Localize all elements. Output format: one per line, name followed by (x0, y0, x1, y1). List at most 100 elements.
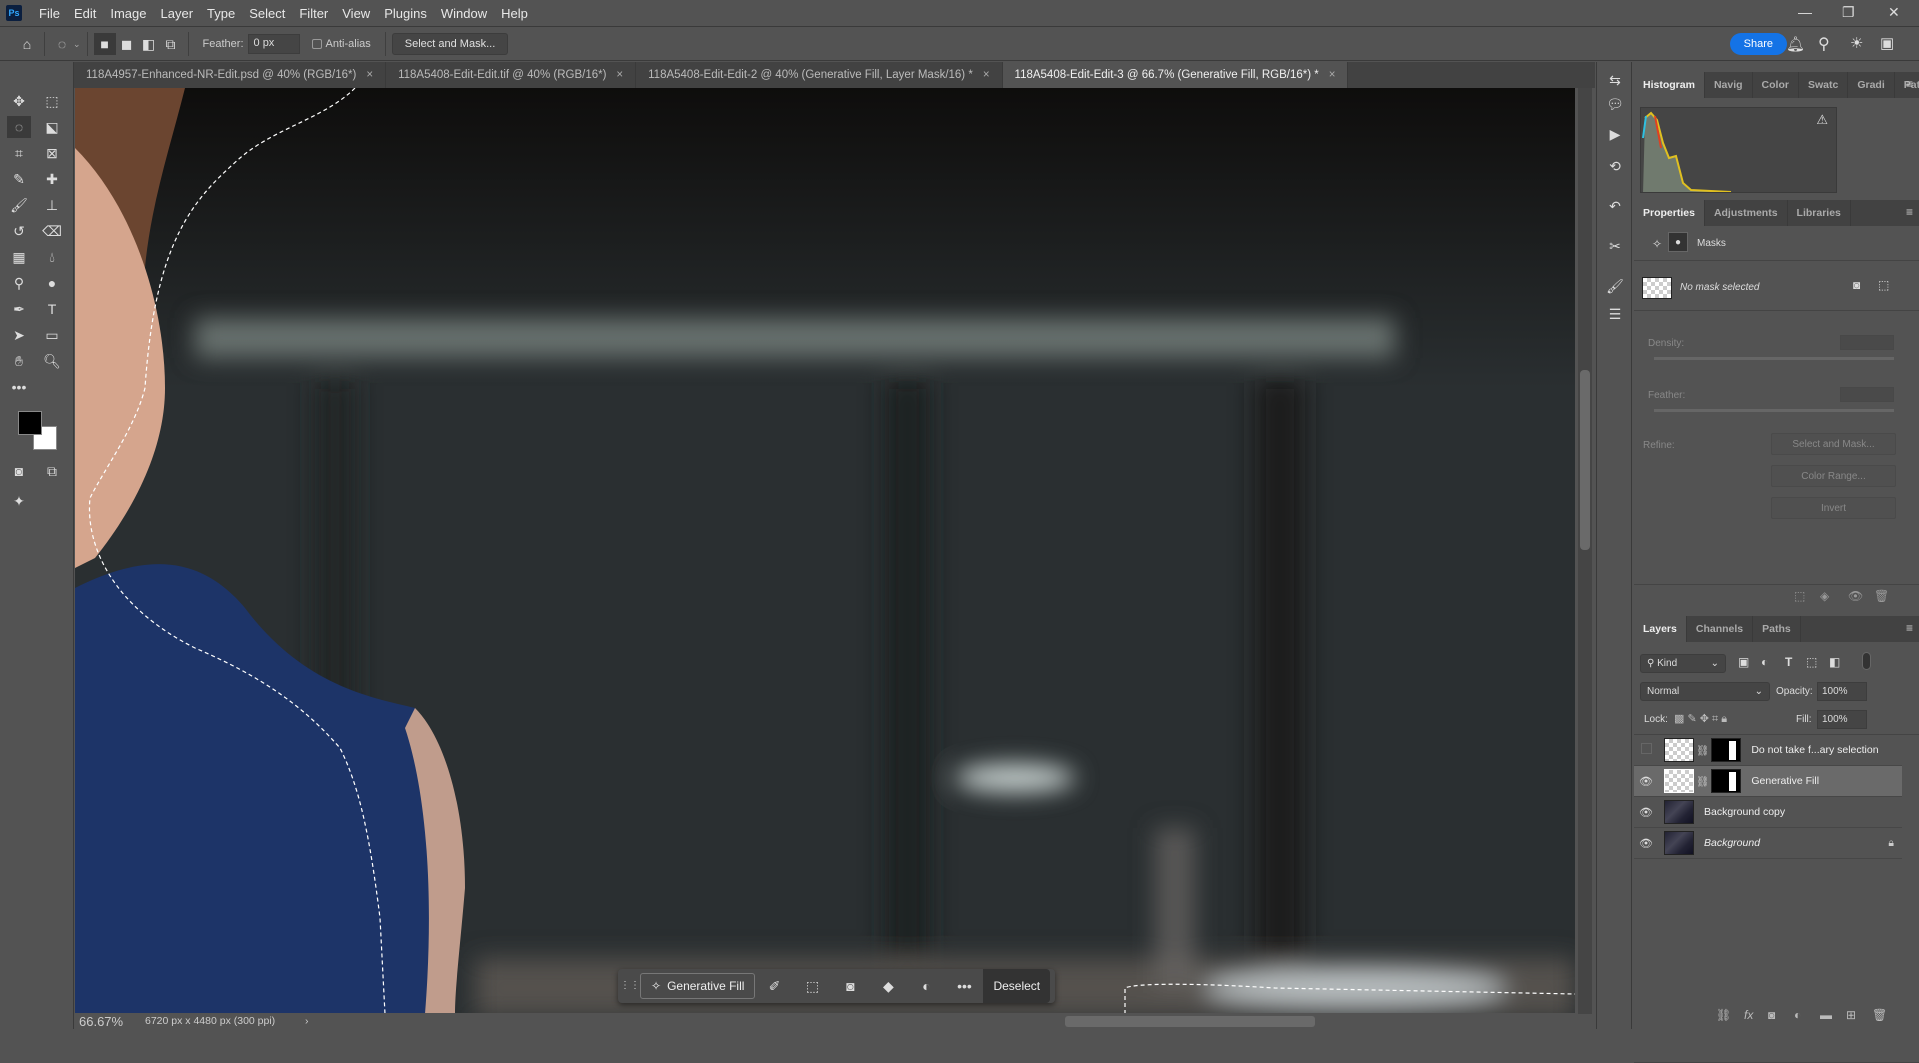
new-layer-icon[interactable]: ⊞ (1846, 1008, 1856, 1022)
layer-mask-thumbnail[interactable] (1711, 738, 1742, 762)
close-tab-icon[interactable]: × (1329, 69, 1336, 81)
tab-gradients[interactable]: Gradi (1848, 72, 1895, 98)
filter-toggle[interactable] (1862, 652, 1871, 670)
marquee-tool-icon[interactable]: ⬚ (40, 90, 64, 112)
feather-slider[interactable] (1654, 409, 1894, 412)
filter-pixel-icon[interactable]: ▣ (1738, 655, 1749, 669)
adjustment-icon[interactable]: ◐ (907, 978, 945, 994)
object-selection-icon[interactable]: ⬕ (40, 116, 64, 138)
mask-icon[interactable]: ◙ (831, 978, 869, 994)
menu-image[interactable]: Image (103, 6, 153, 21)
rectangle-tool-icon[interactable]: ▭ (40, 324, 64, 346)
filter-type-icon[interactable]: T (1785, 655, 1792, 669)
eye-icon[interactable]: 👁︎ (1634, 775, 1658, 788)
tab-color[interactable]: Color (1753, 72, 1799, 98)
lock-icons[interactable]: ▩ ✎ ✥ ⌗ 🔒︎ (1674, 712, 1727, 726)
adjust-sliders-icon[interactable]: ☰ (1605, 306, 1625, 326)
subtract-selection-icon[interactable]: ◧ (138, 33, 160, 55)
link-icon[interactable]: ⛓ (1696, 744, 1709, 757)
zoom-lens-icon[interactable]: ● (40, 272, 64, 294)
move-tool-icon[interactable]: ✥ (7, 90, 31, 112)
zoom-tool-icon[interactable]: 🔍︎ (40, 350, 64, 372)
minimize-icon[interactable]: — (1798, 4, 1812, 20)
tab-swatches[interactable]: Swatc (1799, 72, 1849, 98)
tools-preset-icon[interactable]: ✂ (1605, 238, 1625, 258)
pixel-mask-icon[interactable]: ● (1668, 232, 1688, 252)
layer-filter-select[interactable]: ⚲ Kind ⌄ (1640, 654, 1726, 673)
notification-bell-icon[interactable]: 🔔︎ (1786, 35, 1805, 53)
opacity-input[interactable]: 100% (1817, 682, 1867, 701)
brush-settings-icon[interactable]: 🖌︎ (1605, 278, 1625, 298)
menu-type[interactable]: Type (200, 6, 242, 21)
eyedropper-icon[interactable]: ✎ (7, 168, 31, 190)
layer-row[interactable]: 👁︎ Background copy (1634, 797, 1902, 828)
menu-window[interactable]: Window (434, 6, 494, 21)
menu-select[interactable]: Select (242, 6, 292, 21)
layer-row[interactable]: 👁︎ Background 🔒︎ (1634, 828, 1902, 859)
hand-tool-icon[interactable]: ✋︎ (7, 350, 31, 372)
lasso-tool-icon[interactable]: ◌ (7, 116, 31, 138)
generative-fill-button[interactable]: ✧ Generative Fill (640, 973, 756, 999)
brush-tool-icon[interactable]: 🖌︎ (7, 194, 31, 216)
layer-mask-thumbnail[interactable] (1711, 769, 1742, 793)
panel-menu-icon[interactable]: ≡ (1906, 77, 1913, 91)
close-tab-icon[interactable]: × (616, 69, 623, 81)
lasso-tool-icon[interactable]: ◌ (51, 33, 73, 55)
play-actions-icon[interactable]: ▶ (1605, 126, 1625, 146)
tab-properties[interactable]: Properties (1634, 200, 1705, 226)
visibility-icon[interactable]: 👁︎ (1848, 589, 1863, 603)
panel-menu-icon[interactable]: ≡ (1906, 205, 1913, 219)
history-brush-icon[interactable]: ↺ (7, 220, 31, 242)
feather-input[interactable]: 0 px (247, 34, 300, 54)
comments-icon[interactable]: 💬︎ (1605, 96, 1625, 116)
tab-doc-2[interactable]: 118A5408-Edit-Edit.tif @ 40% (RGB/16*) × (386, 62, 637, 88)
fill-input[interactable]: 100% (1817, 710, 1867, 729)
crop-tool-icon[interactable]: ⌗ (7, 142, 31, 164)
antialias-checkbox[interactable] (311, 39, 322, 49)
vertical-scroll-thumb[interactable] (1580, 370, 1590, 550)
chevron-down-icon[interactable]: ⌄ (73, 39, 81, 50)
modify-selection-icon[interactable]: ✐ (755, 978, 793, 995)
drag-handle-icon[interactable]: ⋮⋮ (620, 981, 640, 991)
invert-button[interactable]: Invert (1771, 497, 1896, 519)
close-tab-icon[interactable]: × (366, 69, 373, 81)
fx-icon[interactable]: fx (1744, 1008, 1753, 1022)
healing-brush-icon[interactable]: ✚ (40, 168, 64, 190)
filter-smart-object-icon[interactable]: ◧ (1829, 655, 1840, 669)
tab-layers[interactable]: Layers (1634, 616, 1687, 642)
filter-adjustment-icon[interactable]: ◐ (1761, 655, 1768, 669)
generative-tool-icon[interactable]: ✦ (7, 490, 31, 512)
more-tools-icon[interactable]: ••• (7, 376, 31, 398)
new-adjustment-icon[interactable]: ◐ (1794, 1008, 1801, 1022)
lightbulb-icon[interactable]: ☀ (1850, 34, 1863, 52)
filter-shape-icon[interactable]: ⬚ (1806, 655, 1817, 669)
menu-edit[interactable]: Edit (67, 6, 103, 21)
link-icon[interactable]: ⛓ (1696, 775, 1709, 788)
tab-adjustments[interactable]: Adjustments (1705, 200, 1788, 226)
dodge-tool-icon[interactable]: ⚲ (7, 272, 31, 294)
feather-input[interactable] (1840, 387, 1894, 402)
more-options-icon[interactable]: ••• (945, 978, 983, 994)
screen-mode-icon[interactable]: ⧉ (40, 460, 64, 482)
menu-filter[interactable]: Filter (292, 6, 335, 21)
tab-paths[interactable]: Paths (1753, 616, 1801, 642)
close-window-icon[interactable]: ✕ (1888, 4, 1900, 21)
foreground-color-swatch-top[interactable] (18, 411, 42, 435)
tab-libraries[interactable]: Libraries (1788, 200, 1851, 226)
type-tool-icon[interactable]: T (40, 298, 64, 320)
density-slider[interactable] (1654, 357, 1894, 360)
zoom-level[interactable]: 66.67% (75, 1014, 145, 1029)
paths-icon[interactable]: ↶ (1605, 198, 1625, 218)
add-vector-mask-icon[interactable]: ⬚ (1878, 278, 1889, 292)
gradient-tool-icon[interactable]: ▦ (7, 246, 31, 268)
apply-mask-icon[interactable]: ◈ (1820, 589, 1829, 603)
select-and-mask-button[interactable]: Select and Mask... (1771, 433, 1896, 455)
link-layers-icon[interactable]: ⛓ (1716, 1008, 1731, 1022)
new-group-icon[interactable]: ▬ (1820, 1008, 1832, 1022)
close-tab-icon[interactable]: × (983, 69, 990, 81)
new-selection-icon[interactable]: ■ (93, 33, 116, 55)
pen-tool-icon[interactable]: ✒ (7, 298, 31, 320)
tab-histogram[interactable]: Histogram (1634, 72, 1705, 98)
add-selection-icon[interactable]: ◼ (116, 33, 138, 55)
frame-tool-icon[interactable]: ⊠ (40, 142, 64, 164)
